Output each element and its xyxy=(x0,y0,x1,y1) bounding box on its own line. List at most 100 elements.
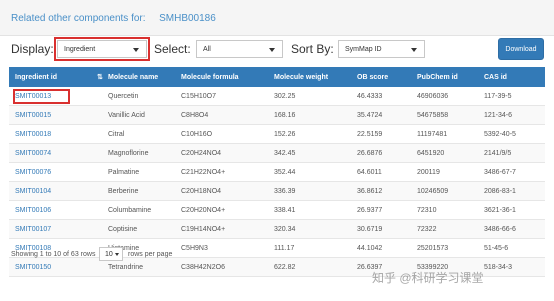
cell-molecule-weight: 152.26 xyxy=(274,131,296,138)
cell-molecule-name: Quercetin xyxy=(108,93,139,100)
cell-molecule-name: Berberine xyxy=(108,188,139,195)
cell-pubchem-id: 6451920 xyxy=(417,150,445,157)
component-code: SMHB00186 xyxy=(159,13,216,24)
cell-cas-id: 3486-66-6 xyxy=(484,226,516,233)
cell-molecule-formula: C20H20NO4+ xyxy=(181,207,226,214)
cell-ingredient-id[interactable]: SMIT00076 xyxy=(15,169,51,176)
cell-ob-score: 22.5159 xyxy=(357,131,383,138)
col-molecule-formula[interactable]: Molecule formula xyxy=(181,74,239,81)
cell-molecule-formula: C20H18NO4 xyxy=(181,188,222,195)
select-label: Select: xyxy=(154,42,191,56)
display-select-value: Ingredient xyxy=(64,46,96,53)
download-button[interactable]: Download xyxy=(498,38,544,60)
rows-per-page-label: rows per page xyxy=(128,251,173,258)
cell-molecule-name: Coptisine xyxy=(108,226,138,233)
page-size-select[interactable]: 10 xyxy=(99,247,123,261)
table-row: SMIT00104 Berberine C20H18NO4 336.39 36.8612… xyxy=(9,182,545,201)
sort-icon[interactable]: ⇅ xyxy=(97,73,103,81)
sortby-select-value: SymMap ID xyxy=(345,46,382,53)
panel-title-label: Related other components for: xyxy=(11,13,146,24)
cell-molecule-formula: C15H10O7 xyxy=(181,93,217,100)
cell-molecule-formula: C5H9N3 xyxy=(181,245,208,252)
col-ob-score[interactable]: OB score xyxy=(357,74,388,81)
select-filter-value: All xyxy=(203,46,211,53)
panel-header: Related other components for: SMHB00186 xyxy=(0,0,554,36)
cell-molecule-formula: C20H24NO4 xyxy=(181,150,222,157)
table-row: SMIT00015 Vanillic Acid C8H8O4 168.16 35.472… xyxy=(9,106,545,125)
cell-pubchem-id: 46906036 xyxy=(417,93,449,100)
table-row: SMIT00107 Coptisine C19H14NO4+ 320.34 30.671… xyxy=(9,220,545,239)
controls-bar: Display: Ingredient Select: All Sort By:… xyxy=(0,37,554,64)
cell-ob-score: 44.1042 xyxy=(357,245,383,252)
col-cas-id[interactable]: CAS id xyxy=(484,74,507,81)
cell-ingredient-id[interactable]: SMIT00018 xyxy=(15,131,51,138)
col-ingredient-id[interactable]: Ingredient id xyxy=(15,74,57,81)
cell-pubchem-id: 54675858 xyxy=(417,112,449,119)
cell-cas-id: 2086-83-1 xyxy=(484,188,516,195)
cell-ob-score: 26.9377 xyxy=(357,207,383,214)
sortby-label: Sort By: xyxy=(291,42,334,56)
cell-ingredient-id[interactable]: SMIT00106 xyxy=(15,207,51,214)
chevron-down-icon xyxy=(133,48,139,52)
highlight-box xyxy=(13,89,70,104)
cell-molecule-name: Vanillic Acid xyxy=(108,112,145,119)
cell-pubchem-id: 25201573 xyxy=(417,245,449,252)
cell-cas-id: 3621-36-1 xyxy=(484,207,516,214)
cell-molecule-name: Tetrandrine xyxy=(108,264,144,271)
cell-molecule-weight: 338.41 xyxy=(274,207,296,214)
cell-pubchem-id: 11197481 xyxy=(417,131,448,138)
table-row: SMIT00018 Citral C10H16O 152.26 22.5159 11197… xyxy=(9,125,545,144)
cell-molecule-formula: C38H42N2O6 xyxy=(181,264,225,271)
cell-cas-id: 117-39-5 xyxy=(484,93,512,100)
cell-molecule-weight: 302.25 xyxy=(274,93,296,100)
panel-title: Related other components for: SMHB00186 xyxy=(11,13,216,24)
cell-molecule-formula: C21H22NO4+ xyxy=(181,169,226,176)
cell-cas-id: 51-45-6 xyxy=(484,245,509,252)
page-size-value: 10 xyxy=(105,251,113,258)
cell-ingredient-id[interactable]: SMIT00104 xyxy=(15,188,51,195)
cell-molecule-formula: C19H14NO4+ xyxy=(181,226,226,233)
pagination-footer: Showing 1 to 10 of 63 rows 10 rows per p… xyxy=(11,247,172,261)
display-select[interactable]: Ingredient xyxy=(54,37,150,61)
cell-molecule-formula: C8H8O4 xyxy=(181,112,209,119)
col-pubchem-id[interactable]: PubChem id xyxy=(417,74,458,81)
cell-cas-id: 518-34-3 xyxy=(484,264,513,271)
cell-ob-score: 26.6876 xyxy=(357,150,383,157)
cell-molecule-weight: 622.82 xyxy=(274,264,296,271)
cell-molecule-name: Citral xyxy=(108,131,125,138)
select-filter[interactable]: All xyxy=(196,40,283,58)
table-row: SMIT00106 Columbamine C20H20NO4+ 338.41 26.9… xyxy=(9,201,545,220)
cell-molecule-name: Palmatine xyxy=(108,169,140,176)
sortby-select[interactable]: SymMap ID xyxy=(338,40,425,58)
table-row: SMIT00013 Quercetin C15H10O7 302.25 46.4333 4… xyxy=(9,87,545,106)
watermark: 知乎 @科研学习课堂 xyxy=(372,271,484,285)
cell-ingredient-id[interactable]: SMIT00107 xyxy=(15,226,51,233)
cell-molecule-name: Columbamine xyxy=(108,207,152,214)
cell-pubchem-id: 10246509 xyxy=(417,188,449,195)
cell-ingredient-id[interactable]: SMIT00074 xyxy=(15,150,51,157)
cell-ob-score: 64.6011 xyxy=(357,169,382,176)
cell-molecule-weight: 352.44 xyxy=(274,169,296,176)
chevron-down-icon xyxy=(115,253,119,256)
col-molecule-name[interactable]: Molecule name xyxy=(108,74,158,81)
ingredients-table: Ingredient id ⇅ Molecule name Molecule f… xyxy=(9,67,545,277)
col-molecule-weight[interactable]: Molecule weight xyxy=(274,74,328,81)
cell-pubchem-id: 200119 xyxy=(417,169,440,176)
chevron-down-icon xyxy=(269,48,275,52)
cell-ingredient-id[interactable]: SMIT00015 xyxy=(15,112,51,119)
cell-molecule-weight: 320.34 xyxy=(274,226,296,233)
cell-pubchem-id: 72322 xyxy=(417,226,437,233)
cell-molecule-name: Magnoflorine xyxy=(108,150,149,157)
cell-ingredient-id[interactable]: SMIT00150 xyxy=(15,264,51,271)
display-label: Display: xyxy=(11,42,54,56)
cell-ob-score: 30.6719 xyxy=(357,226,383,233)
cell-cas-id: 2141/9/5 xyxy=(484,150,512,157)
cell-molecule-weight: 342.45 xyxy=(274,150,296,157)
table-body: SMIT00013 Quercetin C15H10O7 302.25 46.4333 4… xyxy=(9,87,545,277)
chevron-down-icon xyxy=(411,48,417,52)
cell-cas-id: 3486-67-7 xyxy=(484,169,516,176)
cell-ob-score: 36.8612 xyxy=(357,188,383,195)
cell-ob-score: 46.4333 xyxy=(357,93,383,100)
cell-molecule-weight: 336.39 xyxy=(274,188,296,195)
cell-molecule-formula: C10H16O xyxy=(181,131,213,138)
